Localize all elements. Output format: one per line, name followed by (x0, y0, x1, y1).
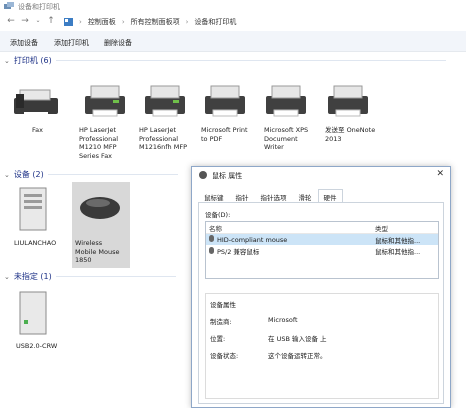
column-header-name[interactable]: 名称 (206, 222, 372, 234)
device-label-line: USB2.0-CRW (16, 342, 58, 350)
mouse-icon (209, 235, 214, 242)
printer-label-line: Document (264, 134, 298, 143)
manufacturer-label: 制造商: (210, 318, 232, 326)
printer-label: Microsoft Print to PDF (201, 126, 257, 143)
add-printer-button[interactable]: 添加打印机 (54, 38, 89, 48)
section-printers[interactable]: ⌄ 打印机 (6) (4, 55, 446, 66)
device-label-line: Wireless (75, 239, 103, 247)
devices-label: 设备(D): (205, 211, 231, 219)
device-label-line: LIULANCHAO (14, 239, 57, 247)
location-label: 位置: (210, 335, 226, 343)
device-label-line: 1850 (75, 256, 92, 264)
printer-label-line: Professional (79, 134, 119, 143)
printer-label-line: Microsoft Print (201, 126, 248, 134)
recent-dropdown-icon[interactable]: ⌄ (33, 16, 43, 26)
dialog-tabs: 鼠标键 指针 指针选项 滑轮 硬件 (198, 189, 343, 204)
printer-icon[interactable] (264, 82, 308, 120)
remove-device-button[interactable]: 删除设备 (104, 38, 132, 48)
device-label-line: Mobile Mouse (75, 247, 120, 256)
section-divider (55, 276, 176, 277)
section-devices[interactable]: ⌄ 设备 (2) (4, 169, 178, 180)
printer-label-line: Microsoft XPS (264, 126, 309, 134)
printer-label: HP LaserJet Professional M1216nfh MFP (139, 126, 195, 152)
printer-label: HP LaserJet Professional M1210 MFP Serie… (79, 126, 135, 160)
status-value: 这个设备运转正常。 (268, 352, 327, 360)
device-label: Wireless Mobile Mouse 1850 (75, 239, 131, 265)
printer-icon[interactable] (326, 82, 370, 120)
printer-label-line: HP LaserJet (79, 126, 117, 134)
printer-label: Microsoft XPS Document Writer (264, 126, 320, 152)
add-device-button[interactable]: 添加设备 (10, 38, 38, 48)
printer-label-line: M1210 MFP (79, 143, 117, 151)
mouse-icon[interactable] (78, 193, 122, 223)
chevron-down-icon[interactable]: ⌄ (4, 57, 10, 65)
row-name: PS/2 兼容鼠标 (217, 247, 260, 256)
devices-printers-icon (4, 2, 14, 9)
row-name: HID-compliant mouse (217, 236, 288, 244)
printer-label-line: M1216nfh MFP (139, 143, 188, 151)
status-label: 设备状态: (210, 352, 239, 360)
device-label: USB2.0-CRW (16, 342, 72, 351)
chevron-down-icon[interactable]: ⌄ (4, 171, 10, 179)
up-button[interactable]: ↑ (46, 16, 56, 26)
printer-label: 发送至 OneNote 2013 (325, 126, 381, 143)
usb-reader-icon[interactable] (16, 290, 50, 336)
manufacturer-value: Microsoft (268, 316, 298, 324)
section-unspecified-label: 未指定 (1) (13, 272, 52, 281)
device-list[interactable]: 名称 类型 HID-compliant mouse 鼠标和其他指... PS/2… (205, 221, 439, 279)
control-panel-icon (64, 18, 73, 26)
printer-icon[interactable] (143, 82, 187, 120)
hardware-panel: 设备(D): 名称 类型 HID-compliant mouse 鼠标和其他指.… (198, 202, 444, 404)
table-row[interactable]: HID-compliant mouse 鼠标和其他指... (206, 233, 438, 245)
breadcrumb-item[interactable]: 所有控制面板项 (131, 17, 180, 27)
device-properties-group: 设备属性 制造商: Microsoft 位置: 在 USB 输入设备 上 设备状… (205, 293, 439, 399)
section-divider (47, 174, 178, 175)
dialog-title: 鼠标 属性 (212, 172, 243, 180)
printer-label-line: Professional (139, 134, 179, 143)
row-type: 鼠标和其他指... (375, 247, 421, 256)
breadcrumb-separator-icon: › (79, 18, 82, 26)
printer-label-line: 发送至 OneNote (325, 126, 376, 134)
breadcrumb-separator-icon: › (121, 18, 125, 26)
column-header-type[interactable]: 类型 (372, 222, 438, 234)
chevron-down-icon[interactable]: ⌄ (4, 273, 10, 281)
device-label: LIULANCHAO (14, 239, 70, 248)
printer-icon[interactable] (203, 82, 247, 120)
close-icon[interactable]: ✕ (436, 169, 444, 179)
computer-icon[interactable] (16, 186, 50, 232)
window-title: 设备和打印机 (18, 3, 60, 11)
table-row[interactable]: PS/2 兼容鼠标 鼠标和其他指... (206, 245, 438, 256)
section-divider (55, 60, 446, 61)
breadcrumb-item[interactable]: 控制面板 (88, 17, 116, 27)
section-devices-label: 设备 (2) (13, 170, 44, 179)
breadcrumb-item[interactable]: 设备和打印机 (194, 17, 236, 27)
breadcrumb: › 控制面板 › 所有控制面板项 › 设备和打印机 (64, 17, 236, 27)
printer-label-line: Series Fax (79, 151, 113, 160)
breadcrumb-separator-icon: › (185, 18, 189, 26)
title-bar: 设备和打印机 (0, 0, 466, 13)
row-type: 鼠标和其他指... (375, 236, 421, 245)
section-printers-label: 打印机 (6) (13, 56, 52, 65)
dialog-title-bar: 鼠标 属性 ✕ (192, 167, 450, 182)
forward-button[interactable]: → (20, 16, 30, 26)
fax-icon[interactable] (10, 82, 62, 120)
mouse-icon (209, 246, 214, 254)
mouse-properties-dialog: 鼠标 属性 ✕ 鼠标键 指针 指针选项 滑轮 硬件 设备(D): 名称 类型 H… (191, 166, 451, 408)
printer-label-line: to PDF (201, 134, 223, 143)
printer-label-line: HP LaserJet (139, 126, 177, 134)
printer-label-line: 2013 (325, 134, 342, 143)
section-unspecified[interactable]: ⌄ 未指定 (1) (4, 271, 176, 282)
mouse-icon (199, 171, 207, 179)
back-button[interactable]: ← (6, 16, 16, 26)
printer-label-line: Writer (264, 143, 284, 151)
location-value: 在 USB 输入设备 上 (268, 335, 327, 343)
group-title: 设备属性 (210, 301, 236, 309)
printer-icon[interactable] (83, 82, 127, 120)
